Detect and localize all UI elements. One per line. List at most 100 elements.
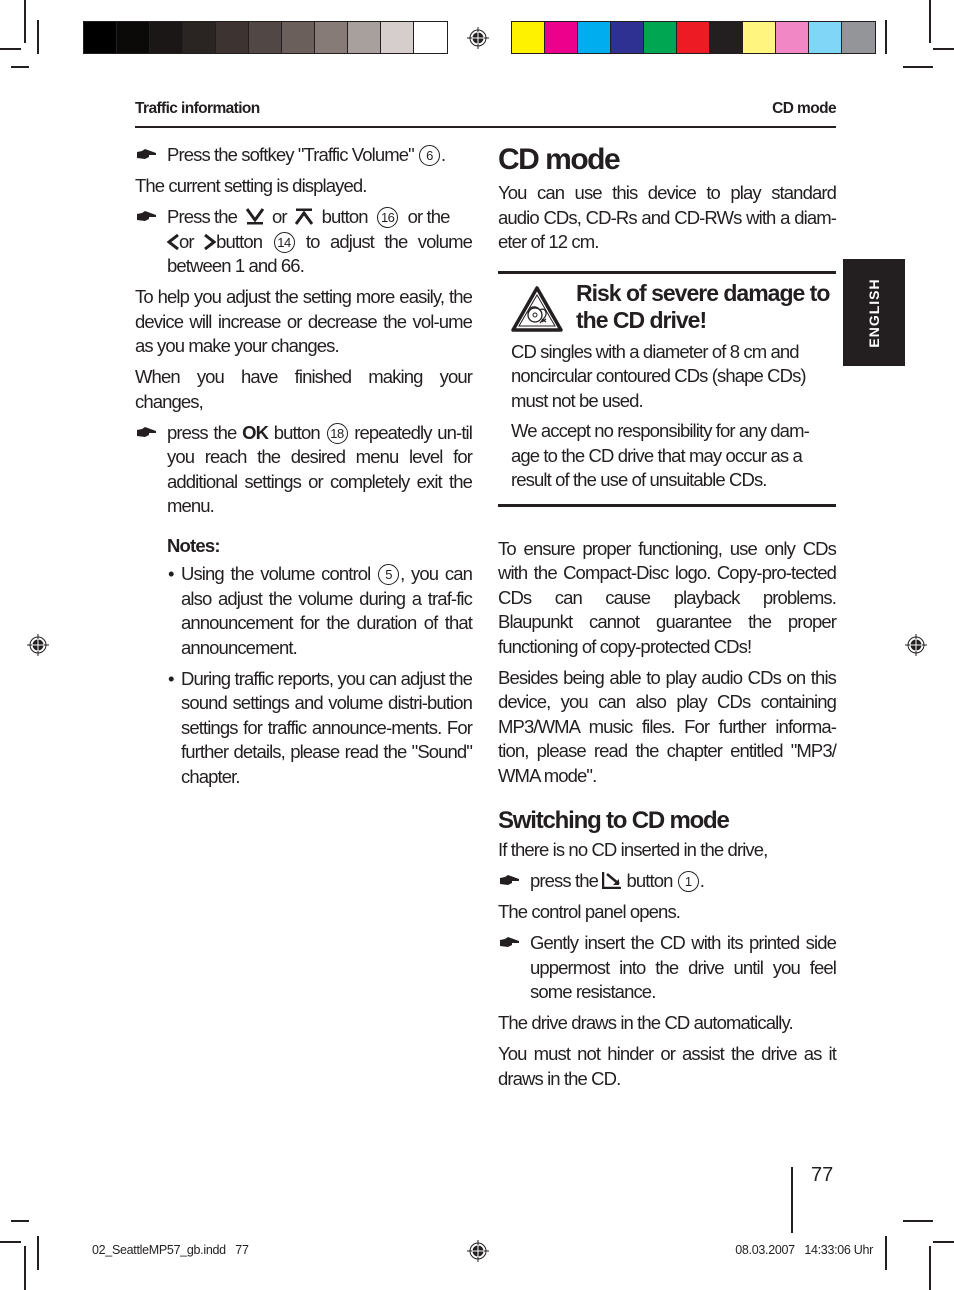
gray-swatch [414, 22, 447, 53]
gray-swatch [282, 22, 315, 53]
pointing-hand-icon [137, 149, 156, 159]
warning-heading: Risk of severe damage to the CD drive! [511, 280, 836, 334]
crop-mark [885, 1236, 887, 1270]
step-text: or [179, 230, 195, 252]
instruction-step: Gently insert the CD with its printed si… [498, 931, 837, 1005]
instruction-step: Press the softkey "Traffic Volume" 6. [135, 143, 472, 168]
paragraph: Besides being able to play audio CDs on … [498, 666, 837, 786]
button-number-badge: 16 [377, 207, 399, 228]
bullet: • [168, 563, 174, 584]
pointing-hand-icon [137, 426, 156, 437]
crop-mark [933, 48, 954, 50]
step-text: button [626, 870, 674, 891]
slug-filename: 02_SeattleMP57_gb.indd 77 [92, 1243, 249, 1257]
step-text: button [216, 230, 263, 252]
language-tab-label: ENGLISH [866, 277, 882, 348]
crop-mark [37, 1236, 39, 1270]
color-swatch [776, 22, 809, 53]
ok-button-label: OK [242, 421, 269, 443]
paragraph: To ensure proper functioning, use only C… [498, 537, 837, 657]
step-text: Gently insert the CD with its printed si… [530, 932, 837, 1002]
up-arrow-button-icon [295, 208, 314, 225]
note-item: • Using the volume control 5, you can al… [135, 562, 473, 660]
header-section-right: CD mode [772, 100, 836, 117]
crop-mark [929, 0, 931, 43]
running-header: Traffic information CD mode [135, 100, 837, 128]
warning-paragraph: We accept no responsibility for any dam-… [511, 420, 810, 490]
gray-swatch [84, 22, 117, 53]
step-text: button [273, 421, 321, 443]
crop-mark [885, 20, 887, 54]
right-arrow-button-icon [204, 233, 217, 250]
gray-swatch [381, 22, 414, 53]
header-section-left: Traffic information [135, 100, 260, 117]
gray-swatch [249, 22, 282, 53]
color-swatch [644, 22, 677, 53]
color-swatch [677, 22, 710, 53]
cd-damage-warning-icon [511, 285, 563, 332]
crop-mark [0, 1241, 21, 1243]
color-swatch [743, 22, 776, 53]
instruction-step: press the OK button 18 repeatedly un-til… [135, 421, 473, 519]
bullet: • [168, 667, 174, 689]
paragraph: You must not hinder or assist the drive … [498, 1043, 837, 1089]
button-number-badge: 6 [419, 145, 441, 166]
grayscale-color-bar [83, 21, 448, 54]
page-number-rule [791, 1167, 793, 1233]
gray-swatch [348, 22, 381, 53]
color-swatch [578, 22, 611, 53]
down-arrow-button-icon [245, 208, 264, 225]
paragraph: The control panel opens. [498, 901, 681, 922]
step-text: . [699, 870, 705, 891]
crop-mark [24, 1246, 26, 1290]
note-text: During traffic reports, you can adjust t… [181, 667, 473, 787]
paragraph: The drive draws in the CD automatically. [498, 1012, 794, 1033]
page-number: 77 [811, 1164, 834, 1186]
section-title: CD mode [498, 143, 621, 176]
instruction-step: Press the or button 16 or the or button … [135, 205, 473, 279]
language-tab: ENGLISH [843, 259, 905, 366]
left-column: Press the softkey "Traffic Volume" 6. Th… [135, 143, 473, 796]
gray-swatch [117, 22, 150, 53]
color-swatch [512, 22, 545, 53]
registration-mark-icon [467, 27, 489, 49]
button-number-badge: 14 [273, 231, 295, 253]
subsection-title: Switching to CD mode [498, 807, 730, 834]
open-panel-button-icon [602, 872, 622, 889]
crop-mark [37, 20, 39, 54]
step-text: press the [530, 870, 599, 891]
button-number-badge: 18 [326, 422, 348, 444]
crop-mark [24, 0, 26, 43]
left-arrow-button-icon [167, 233, 179, 250]
gray-swatch [183, 22, 216, 53]
warning-box: Risk of severe damage to the CD drive! C… [498, 270, 836, 507]
instruction-step: press the button 1. [498, 869, 836, 894]
color-swatch [842, 22, 875, 53]
button-number-badge: 1 [677, 871, 699, 892]
note-text: Using the volume control [181, 563, 371, 584]
notes-heading: Notes: [167, 534, 221, 556]
color-swatch [809, 22, 842, 53]
color-swatch [545, 22, 578, 53]
gray-swatch [216, 22, 249, 53]
button-number-badge: 5 [378, 564, 400, 585]
step-text: or the [407, 206, 451, 227]
step-text: Press the [167, 206, 238, 227]
right-column: CD mode You can use this device to play … [498, 143, 837, 1098]
crop-mark [903, 1220, 933, 1222]
crop-mark [0, 48, 21, 50]
step-text: or [272, 206, 288, 227]
cmyk-color-bar [511, 21, 876, 54]
warning-title: Risk of severe damage to the CD drive! [576, 279, 830, 333]
pointing-hand-icon [137, 211, 156, 221]
paragraph: The current setting is displayed. [135, 175, 367, 196]
paragraph: To help you adjust the setting more easi… [135, 286, 473, 356]
pointing-hand-icon [500, 937, 519, 947]
color-swatch [611, 22, 644, 53]
crop-mark [11, 66, 29, 68]
paragraph: When you have finished making your chang… [135, 366, 473, 412]
gray-swatch [315, 22, 348, 53]
crop-mark [903, 66, 933, 68]
paragraph: You can use this device to play standard… [498, 182, 837, 252]
step-text: press the [167, 421, 237, 443]
